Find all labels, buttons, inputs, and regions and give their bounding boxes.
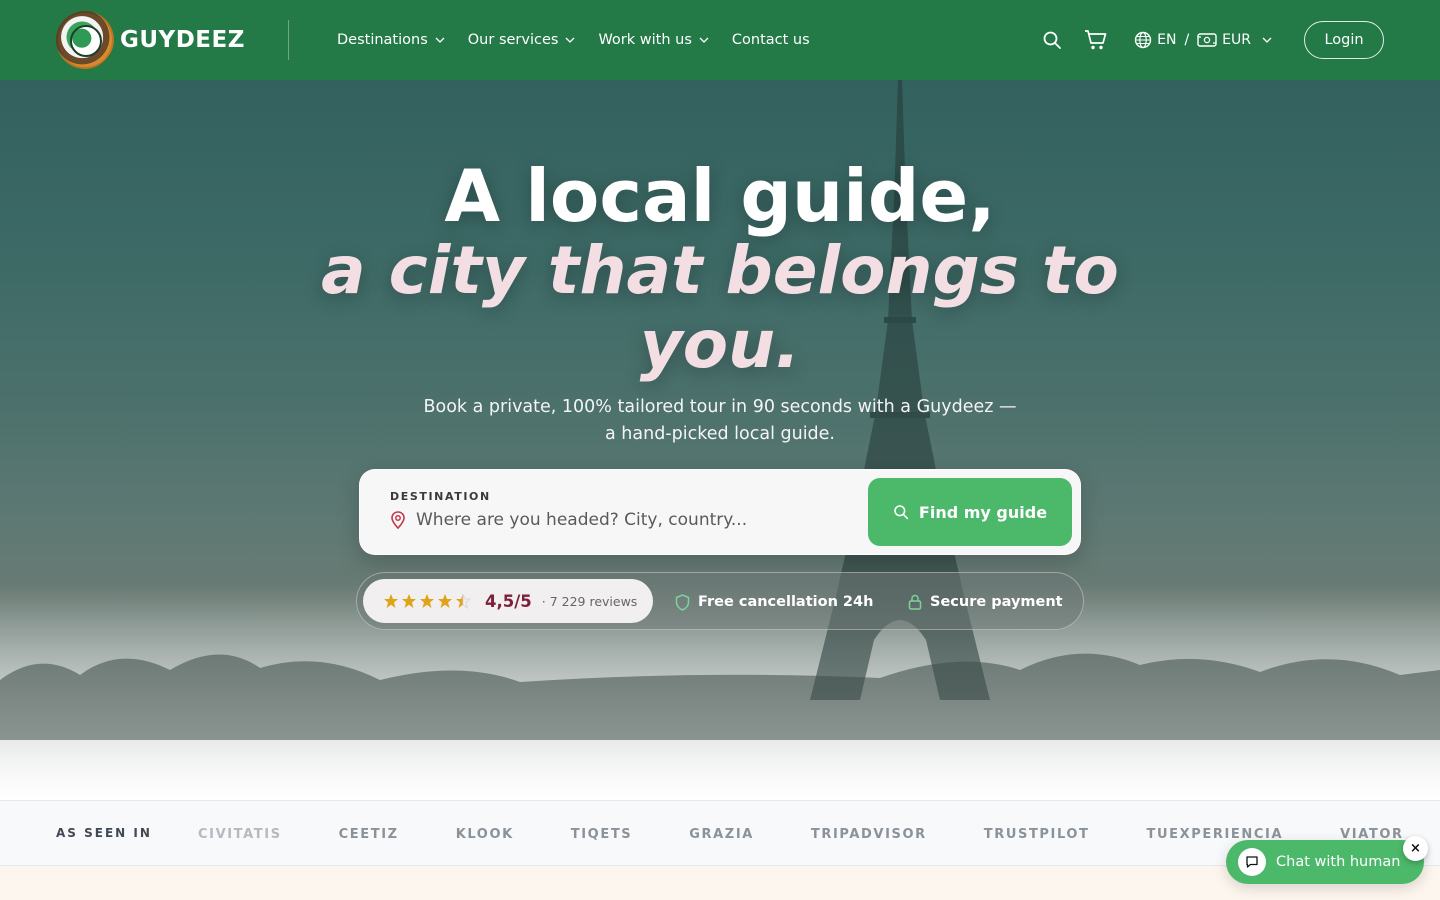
trust-bar: 4,5/5 · 7 229 reviews Free cancellation … [356, 572, 1084, 630]
secure-payment-badge: Secure payment [908, 573, 1063, 631]
treeline-background [0, 653, 1440, 740]
free-cancellation-label: Free cancellation 24h [698, 594, 874, 610]
half-star-icon [456, 593, 471, 609]
nav-item-label: Contact us [731, 32, 810, 48]
destination-label: DESTINATION [390, 490, 491, 503]
locale-selector[interactable]: EN / EUR [1134, 31, 1278, 49]
chat-with-human-button[interactable]: Chat with human [1226, 840, 1424, 884]
shield-icon [675, 593, 690, 611]
rating-value: 4,5/5 [485, 591, 532, 611]
nav-item-destinations[interactable]: Destinations [337, 32, 446, 48]
destination-field [390, 510, 836, 530]
nav-item-label: Work with us [598, 32, 692, 48]
chevron-down-icon [1262, 37, 1272, 43]
chat-bubble-icon [1238, 848, 1266, 876]
press-logo-tiqets: TIQETS [570, 826, 633, 842]
chevron-down-icon [565, 37, 575, 43]
star-icon [384, 594, 398, 608]
globe-icon [1134, 31, 1152, 49]
chat-label: Chat with human [1276, 854, 1401, 870]
as-seen-in-label: AS SEEN IN [56, 826, 152, 840]
nav-item-contact-us[interactable]: Contact us [732, 32, 810, 48]
star-icon [420, 594, 434, 608]
as-seen-in-bar: AS SEEN IN CIVITATIS CEETIZ KLOOK TIQETS… [0, 800, 1440, 866]
next-section-edge [0, 866, 1440, 900]
hero-subtitle: Book a private, 100% tailored tour in 90… [0, 394, 1440, 448]
currency-code: EUR [1222, 32, 1251, 48]
main-nav: Destinations Our services Work with us C… [337, 0, 832, 80]
language-code: EN [1157, 32, 1177, 48]
top-navbar: GUYDEEZ Destinations Our services Work w… [0, 0, 1440, 80]
nav-item-our-services[interactable]: Our services [468, 32, 577, 48]
rating-badge[interactable]: 4,5/5 · 7 229 reviews [363, 579, 653, 623]
hero-title-line2: a city that belongs to you. [321, 232, 1119, 383]
press-logo-klook: KLOOK [455, 826, 514, 842]
login-button[interactable]: Login [1304, 21, 1384, 59]
press-logo-civitatis: CIVITATIS [198, 826, 282, 842]
hero-section: A local guide, a city that belongs to yo… [0, 80, 1440, 800]
chevron-down-icon [435, 37, 445, 43]
nav-item-work-with-us[interactable]: Work with us [598, 32, 709, 48]
find-my-guide-button[interactable]: Find my guide [868, 478, 1072, 546]
search-icon [1043, 31, 1062, 49]
secure-payment-label: Secure payment [930, 594, 1063, 610]
star-rating [383, 593, 473, 609]
locale-separator: / [1184, 32, 1190, 48]
globe-logo-icon [56, 11, 114, 69]
review-count: · 7 229 reviews [541, 593, 638, 609]
star-icon [402, 594, 416, 608]
hero-title-line1: A local guide, [444, 154, 996, 238]
nav-item-label: Destinations [337, 32, 428, 48]
map-pin-icon [391, 511, 405, 529]
nav-divider [288, 20, 289, 60]
cart-button[interactable] [1084, 28, 1108, 52]
nav-actions: EN / EUR Login [1040, 0, 1384, 80]
find-my-guide-label: Find my guide [918, 502, 1048, 522]
brand-logo[interactable]: GUYDEEZ [56, 8, 245, 72]
brand-name: GUYDEEZ [120, 27, 245, 53]
free-cancellation-badge: Free cancellation 24h [675, 573, 873, 631]
chat-close-button[interactable]: × [1403, 836, 1428, 861]
search-button[interactable] [1040, 28, 1064, 52]
hero-title: A local guide, a city that belongs to yo… [0, 158, 1440, 382]
destination-search-card: DESTINATION Find my guide [359, 469, 1081, 555]
banknote-icon [1197, 33, 1217, 47]
chevron-down-icon [699, 37, 709, 43]
search-icon [894, 505, 909, 520]
lock-icon [908, 594, 922, 610]
cart-icon [1085, 30, 1107, 50]
press-logo-trustpilot: TRUSTPILOT [983, 826, 1090, 842]
press-logo-tripadvisor: TRIPADVISOR [810, 826, 927, 842]
hero-subtitle-line1: Book a private, 100% tailored tour in 90… [423, 397, 1017, 417]
press-logo-grazia: GRAZIA [689, 826, 754, 842]
hero-subtitle-line2: a hand-picked local guide. [605, 424, 835, 444]
nav-item-label: Our services [467, 32, 559, 48]
star-icon [438, 594, 452, 608]
press-logo-ceetiz: CEETIZ [338, 826, 399, 842]
destination-input[interactable] [416, 510, 836, 530]
